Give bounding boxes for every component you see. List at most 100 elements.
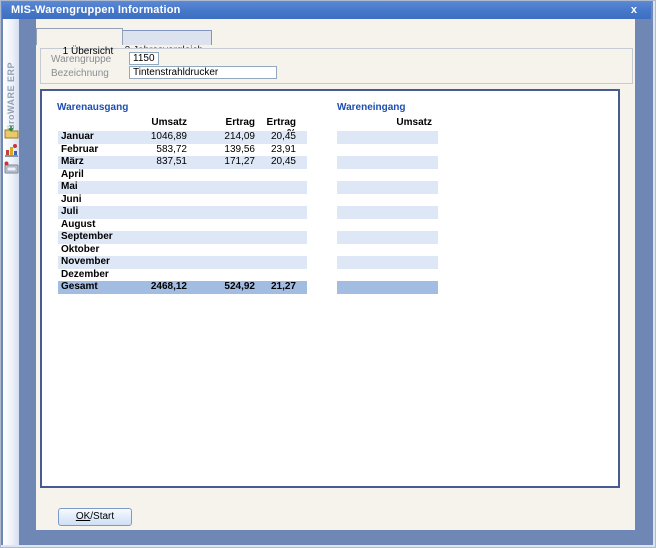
cell-month: Mai — [58, 181, 150, 194]
wareneingang-row — [337, 194, 438, 207]
tab-uebersicht[interactable]: 1 Übersicht — [36, 28, 123, 45]
cell-umsatz — [150, 219, 187, 232]
bezeichnung-input[interactable] — [129, 66, 277, 79]
cell-ertrag_pct: 21,27 — [255, 281, 296, 294]
bar-chart-icon[interactable] — [4, 143, 19, 158]
table-row: Juni — [58, 194, 307, 207]
cell-ertrag_pct: 23,91 — [255, 144, 296, 157]
wareneingang-row — [337, 231, 438, 244]
close-icon[interactable]: x — [627, 2, 641, 18]
bezeichnung-label: Bezeichnung — [51, 68, 109, 79]
table-row: August — [58, 219, 307, 232]
tab-uebersicht-label: 1 Übersicht — [63, 46, 114, 57]
cell-ertrag_pct — [255, 231, 296, 244]
cell-ertrag — [187, 194, 255, 207]
cell-ertrag_pct — [255, 269, 296, 282]
cell-month: November — [58, 256, 150, 269]
cell-ertrag — [187, 206, 255, 219]
cell-umsatz — [150, 194, 187, 207]
window-titlebar[interactable]: MIS-Warengruppen Information x — [2, 2, 651, 19]
cell-ertrag_pct — [255, 256, 296, 269]
cell-ertrag_pct — [255, 219, 296, 232]
wareneingang-rows — [337, 131, 438, 294]
warenausgang-title: Warenausgang — [57, 102, 128, 113]
cell-month: Juli — [58, 206, 150, 219]
wareneingang-row — [337, 169, 438, 182]
table-row: März837,51171,2720,45 — [58, 156, 307, 169]
cell-ertrag: 139,56 — [187, 144, 255, 157]
wareneingang-row — [337, 206, 438, 219]
cell-umsatz: 837,51 — [150, 156, 187, 169]
brand-sidebar: BüroWARE ERP — [3, 19, 19, 545]
cell-ertrag — [187, 181, 255, 194]
wareneingang-header: Umsatz — [337, 117, 438, 128]
cell-umsatz: 1046,89 — [150, 131, 187, 144]
app-window: MIS-Warengruppen Information x BüroWARE … — [0, 0, 656, 548]
window-title: MIS-Warengruppen Information — [11, 4, 181, 16]
table-row: Oktober — [58, 244, 307, 257]
cell-month: April — [58, 169, 150, 182]
cell-ertrag — [187, 269, 255, 282]
cell-umsatz — [150, 244, 187, 257]
cell-ertrag_pct — [255, 244, 296, 257]
wareneingang-row — [337, 219, 438, 232]
cell-ertrag_pct: 20,45 — [255, 131, 296, 144]
table-row: Februar583,72139,5623,91 — [58, 144, 307, 157]
table-row: Juli — [58, 206, 307, 219]
wareneingang-title: Wareneingang — [337, 102, 406, 113]
cell-ertrag — [187, 169, 255, 182]
cell-ertrag — [187, 231, 255, 244]
table-row: Dezember — [58, 269, 307, 282]
col-umsatz-we: Umsatz — [337, 117, 438, 128]
cell-month: Februar — [58, 144, 150, 157]
cell-ertrag: 171,27 — [187, 156, 255, 169]
cell-month: Januar — [58, 131, 150, 144]
cell-umsatz — [150, 269, 187, 282]
wareneingang-row — [337, 156, 438, 169]
wareneingang-row — [337, 144, 438, 157]
cell-umsatz — [150, 206, 187, 219]
table-row: November — [58, 256, 307, 269]
cell-month: August — [58, 219, 150, 232]
printer-icon[interactable] — [4, 161, 19, 176]
wareneingang-row — [337, 131, 438, 144]
cell-month: September — [58, 231, 150, 244]
cell-umsatz — [150, 181, 187, 194]
cell-month: Oktober — [58, 244, 150, 257]
cell-month: Juni — [58, 194, 150, 207]
warengruppe-input[interactable] — [129, 52, 159, 65]
wareneingang-row — [337, 256, 438, 269]
table-row: Mai — [58, 181, 307, 194]
warenausgang-rows: Januar1046,89214,0920,45Februar583,72139… — [58, 131, 307, 294]
cell-month: März — [58, 156, 150, 169]
cell-ertrag_pct: 20,45 — [255, 156, 296, 169]
ok-start-accel: OK — [76, 511, 90, 522]
cell-umsatz — [150, 231, 187, 244]
wareneingang-total-row — [337, 281, 438, 294]
cell-ertrag_pct — [255, 181, 296, 194]
cell-ertrag: 524,92 — [187, 281, 255, 294]
cell-ertrag_pct — [255, 206, 296, 219]
cell-ertrag — [187, 219, 255, 232]
wareneingang-row — [337, 181, 438, 194]
cell-ertrag_pct — [255, 194, 296, 207]
cell-umsatz: 2468,12 — [150, 281, 187, 294]
header-fieldset: Warengruppe Bezeichnung — [40, 48, 633, 84]
wareneingang-row — [337, 269, 438, 282]
cell-month: Dezember — [58, 269, 150, 282]
cell-ertrag: 214,09 — [187, 131, 255, 144]
report-panel: Warenausgang Umsatz Ertrag Ertrag % Janu… — [40, 89, 620, 488]
table-row: April — [58, 169, 307, 182]
cell-umsatz — [150, 256, 187, 269]
table-total-row: Gesamt2468,12524,9221,27 — [58, 281, 307, 294]
cell-umsatz — [150, 169, 187, 182]
folder-import-icon[interactable] — [4, 125, 19, 140]
ok-start-button[interactable]: OK/Start — [58, 508, 132, 526]
cell-ertrag_pct — [255, 169, 296, 182]
dialog-content: 1 Übersicht 2 Jahresvergleich Warengrupp… — [36, 19, 635, 530]
cell-month: Gesamt — [58, 281, 150, 294]
cell-umsatz: 583,72 — [150, 144, 187, 157]
cell-ertrag — [187, 244, 255, 257]
table-row: Januar1046,89214,0920,45 — [58, 131, 307, 144]
ok-start-rest: /Start — [90, 511, 114, 522]
